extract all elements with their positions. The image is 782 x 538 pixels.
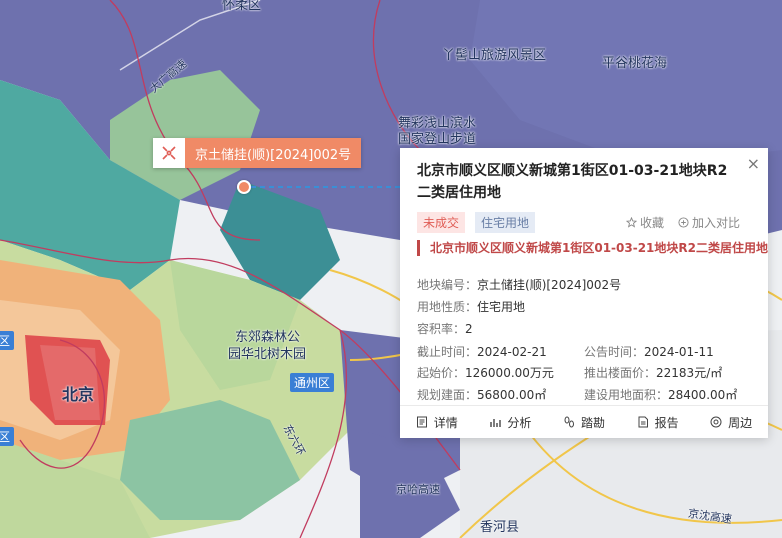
favorite-label: 收藏 xyxy=(639,216,664,230)
compare-label: 加入对比 xyxy=(691,216,740,230)
report-label: 报告 xyxy=(654,415,679,430)
plot-info-card: × 北京市顺义区顺义新城第1街区01-03-21地块R2二类居住用地 未成交 住… xyxy=(400,148,768,438)
details-button[interactable]: 详情 xyxy=(416,414,458,431)
field-deadline: 截止时间：2024-02-21 xyxy=(417,345,547,359)
field-announce: 公告时间：2024-01-11 xyxy=(584,345,714,359)
close-icon[interactable]: × xyxy=(747,154,760,173)
survey-button[interactable]: 踏勘 xyxy=(563,414,605,431)
plot-marker-label[interactable]: 京土储挂(顺)[2024]002号 xyxy=(185,138,362,168)
compare-button[interactable]: 加入对比 xyxy=(678,214,740,231)
plus-circle-icon xyxy=(678,217,689,228)
district-badge-left-2: 区 xyxy=(0,427,15,446)
map-label-wucai-2: 国家登山步道 xyxy=(398,132,477,147)
map-label-pinggu-taohuahai: 平谷桃花海 xyxy=(602,56,668,71)
card-title: 北京市顺义区顺义新城第1街区01-03-21地块R2二类居住用地 xyxy=(417,163,728,201)
map-label-beijing: 北京 xyxy=(62,385,95,404)
status-badge: 未成交 xyxy=(417,212,466,233)
field-nature: 用地性质：住宅用地 xyxy=(417,300,526,314)
footprint-icon xyxy=(564,416,574,428)
favorite-button[interactable]: 收藏 xyxy=(625,214,664,231)
plot-pin[interactable] xyxy=(237,180,251,194)
plot-marker-tag[interactable]: 京土储挂(顺)[2024]002号 xyxy=(153,138,362,168)
field-far: 容积率：2 xyxy=(417,322,473,336)
analysis-label: 分析 xyxy=(507,415,532,430)
star-icon xyxy=(625,217,637,228)
survey-label: 踏勘 xyxy=(580,415,605,430)
field-plot-no: 地块编号：京土储挂(顺)[2024]002号 xyxy=(417,278,622,292)
surroundings-label: 周边 xyxy=(728,415,753,430)
map-label-dongjiao-2: 园华北树木园 xyxy=(228,347,307,362)
road-label-jingha: 京哈高速 xyxy=(396,483,440,496)
field-land-area: 建设用地面积：28400.00㎡ xyxy=(584,388,738,402)
map-label-huairou: 怀柔区 xyxy=(222,0,262,13)
details-label: 详情 xyxy=(433,415,458,430)
land-use-badge: 住宅用地 xyxy=(475,212,536,233)
district-badge-tongzhou: 通州区 xyxy=(290,373,335,392)
report-icon xyxy=(638,416,648,428)
bar-chart-icon xyxy=(490,419,502,427)
analysis-button[interactable]: 分析 xyxy=(489,414,531,431)
surroundings-button[interactable]: 周边 xyxy=(710,414,752,431)
target-icon xyxy=(710,416,722,428)
map-label-xianghe: 香河县 xyxy=(480,520,520,535)
field-planned-area: 规划建面：56800.00㎡ xyxy=(417,388,547,402)
card-sub-title: 北京市顺义区顺义新城第1街区01-03-21地块R2二类居住用地 xyxy=(417,240,770,256)
field-start-price: 起始价：126000.00万元 xyxy=(417,366,554,380)
district-badge-left-1: 区 xyxy=(0,331,15,350)
map-label-yajishan: 丫髻山旅游风景区 xyxy=(442,48,547,63)
document-icon xyxy=(416,416,427,428)
field-floor-price: 推出楼面价：22183元/㎡ xyxy=(584,366,723,380)
locate-icon[interactable] xyxy=(153,138,185,168)
report-button[interactable]: 报告 xyxy=(637,414,679,431)
